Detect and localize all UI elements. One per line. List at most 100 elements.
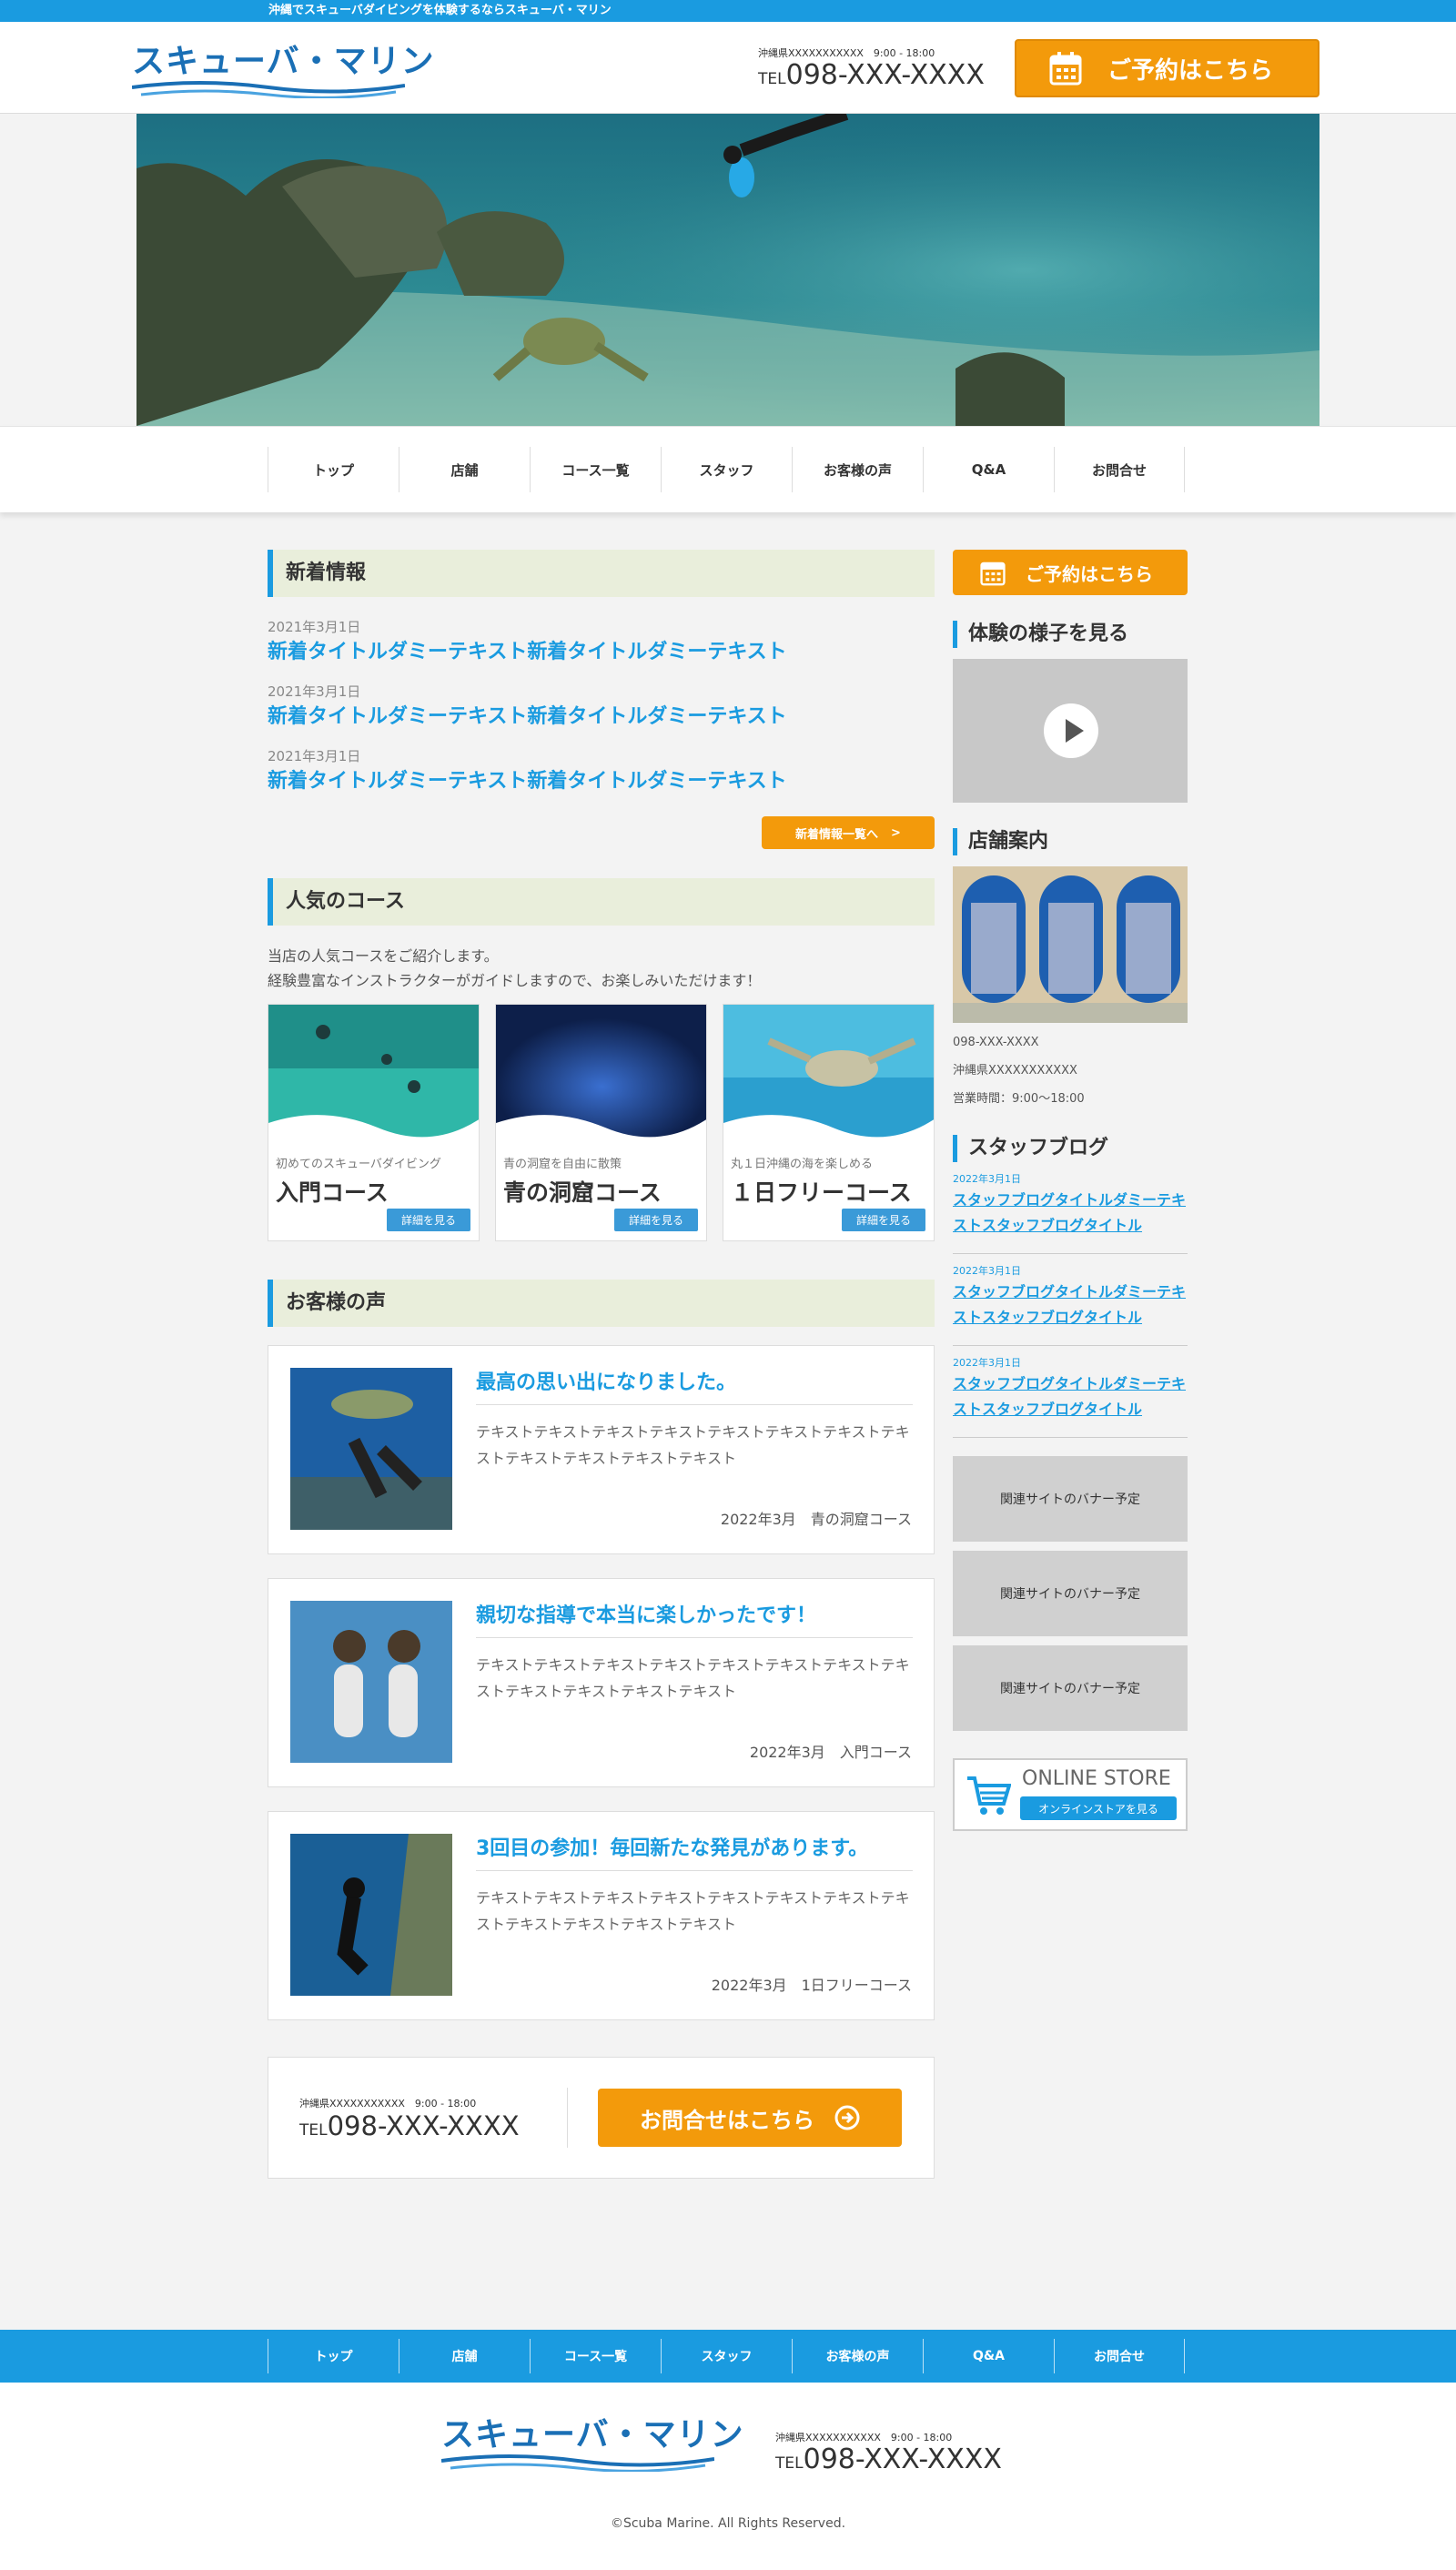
cart-icon (967, 1776, 1011, 1815)
blog-item[interactable]: 2022年3月1日 スタッフブログタイトルダミーテキストスタッフブログタイトル (953, 1254, 1188, 1346)
course-list: 初めてのスキューバダイビング 入門コース 詳細を見る 青の洞窟を自由に散策 青の… (268, 1004, 935, 1241)
blog-title[interactable]: スタッフブログタイトルダミーテキストスタッフブログタイトル (953, 1280, 1188, 1331)
blog-item[interactable]: 2022年3月1日 スタッフブログタイトルダミーテキストスタッフブログタイトル (953, 1346, 1188, 1438)
news-title[interactable]: 新着タイトルダミーテキスト新着タイトルダミーテキスト (268, 704, 935, 730)
news-title[interactable]: 新着タイトルダミーテキスト新着タイトルダミーテキスト (268, 640, 935, 665)
nav-item-qa[interactable]: Q&A (923, 447, 1054, 492)
course-image (268, 1005, 479, 1141)
courses-desc-line: 当店の人気コースをご紹介します。 (268, 947, 499, 965)
site-header: スキューバ・マリン 沖縄県XXXXXXXXXXX 9:00 - 18:00 TE… (0, 22, 1456, 114)
contact-address-hours: 沖縄県XXXXXXXXXXX 9:00 - 18:00 (299, 2098, 477, 2110)
footer-address-hours: 沖縄県XXXXXXXXXXX 9:00 - 18:00 (775, 2432, 953, 2444)
arrow-right-icon: > (891, 825, 901, 840)
voices-section-title: お客様の声 (268, 1280, 935, 1327)
news-date: 2021年3月1日 (268, 683, 361, 700)
tel-prefix: TEL (758, 70, 786, 88)
contact-tel-block: 沖縄県XXXXXXXXXXX 9:00 - 18:00 TEL098-XXX-X… (299, 2096, 536, 2146)
voice-title: 親切な指導で本当に楽しかったです！ (476, 1599, 913, 1638)
nav-item-top[interactable]: トップ (268, 447, 399, 492)
news-date: 2021年3月1日 (268, 748, 361, 764)
main-column: 新着情報 2021年3月1日 新着タイトルダミーテキスト新着タイトルダミーテキスト… (268, 550, 935, 2179)
calendar-icon (1049, 52, 1082, 86)
blog-section-title: スタッフブログ (953, 1135, 1188, 1162)
announcement-text: 沖縄でスキューバダイビングを体験するならスキューバ・マリン (268, 4, 612, 17)
nav-item-shop[interactable]: 店舗 (399, 447, 530, 492)
footer-logo[interactable]: スキューバ・マリン (441, 2415, 743, 2475)
contact-tel[interactable]: TEL098-XXX-XXXX (299, 2110, 536, 2146)
footer-nav-item-voices[interactable]: お客様の声 (792, 2339, 923, 2373)
course-detail-button[interactable]: 詳細を見る (614, 1209, 698, 1231)
blog-date: 2022年3月1日 (953, 1173, 1021, 1185)
course-subtitle: 丸１日沖縄の海を楽しめる (731, 1158, 874, 1171)
nav-item-voices[interactable]: お客様の声 (792, 447, 923, 492)
footer-nav: トップ 店舗 コース一覧 スタッフ お客様の声 Q&A お問合せ (0, 2330, 1456, 2383)
news-more-button[interactable]: 新着情報一覧へ > (762, 816, 935, 849)
news-item[interactable]: 2021年3月1日新着タイトルダミーテキスト新着タイトルダミーテキスト (268, 682, 935, 730)
voice-meta: 2022年3月 1日フリーコース (711, 1977, 912, 1994)
course-subtitle: 青の洞窟を自由に散策 (503, 1158, 622, 1171)
footer-nav-item-top[interactable]: トップ (268, 2339, 399, 2373)
store-button[interactable]: オンラインストアを見る (1020, 1796, 1177, 1820)
blog-title[interactable]: スタッフブログタイトルダミーテキストスタッフブログタイトル (953, 1371, 1188, 1422)
voice-title: 3回目の参加！毎回新たな発見があります。 (476, 1832, 913, 1871)
hero-image (136, 114, 1320, 426)
course-card[interactable]: 初めてのスキューバダイビング 入門コース 詳細を見る (268, 1004, 480, 1241)
logo-wave-icon (441, 2454, 714, 2472)
nav-item-contact[interactable]: お問合せ (1054, 447, 1185, 492)
news-item[interactable]: 2021年3月1日新着タイトルダミーテキスト新着タイトルダミーテキスト (268, 617, 935, 665)
voice-meta: 2022年3月 入門コース (749, 1744, 912, 1761)
tel-prefix: TEL (775, 2454, 804, 2473)
voice-text: テキストテキストテキストテキストテキストテキストテキストテキストテキストテキスト… (476, 1656, 910, 1700)
header-tel[interactable]: TEL098-XXX-XXXX (758, 60, 995, 95)
blog-item[interactable]: 2022年3月1日スタッフブログタイトルダミーテキストスタッフブログタイトル (953, 1162, 1188, 1254)
voice-text: テキストテキストテキストテキストテキストテキストテキストテキストテキストテキスト… (476, 1889, 910, 1933)
footer-nav-item-qa[interactable]: Q&A (923, 2339, 1054, 2373)
global-nav: トップ 店舗 コース一覧 スタッフ お客様の声 Q&A お問合せ (0, 426, 1456, 512)
related-banner[interactable]: 関連サイトのバナー予定 (953, 1456, 1188, 1542)
related-banner[interactable]: 関連サイトのバナー予定 (953, 1551, 1188, 1636)
footer-nav-item-shop[interactable]: 店舗 (399, 2339, 530, 2373)
related-banner[interactable]: 関連サイトのバナー予定 (953, 1645, 1188, 1731)
contact-divider (567, 2088, 568, 2148)
courses-desc-line: 経験豊富なインストラクターがガイドしますので、お楽しみいただけます！ (268, 972, 762, 989)
contact-button[interactable]: お問合せはこちら (598, 2089, 902, 2147)
top-announcement-bar: 沖縄でスキューバダイビングを体験するならスキューバ・マリン (0, 0, 1456, 22)
shop-address: 沖縄県XXXXXXXXXXX (953, 1064, 1077, 1078)
course-image (496, 1005, 706, 1141)
sidebar-reserve-label: ご予約はこちら (1026, 562, 1153, 585)
arrow-circle-icon (834, 2105, 860, 2130)
store-title: ONLINE STORE (1022, 1767, 1171, 1790)
shop-hours: 営業時間：9:00～18:00 (953, 1092, 1085, 1106)
header-reserve-button[interactable]: ご予約はこちら (1015, 39, 1320, 97)
footer-nav-item-staff[interactable]: スタッフ (661, 2339, 792, 2373)
news-date: 2021年3月1日 (268, 619, 361, 635)
online-store-banner[interactable]: ONLINE STORE オンラインストアを見る (953, 1758, 1188, 1831)
voice-card: 親切な指導で本当に楽しかったです！ テキストテキストテキストテキストテキストテキ… (268, 1578, 935, 1787)
voice-image (290, 1601, 452, 1763)
course-detail-button[interactable]: 詳細を見る (842, 1209, 925, 1231)
nav-item-staff[interactable]: スタッフ (661, 447, 792, 492)
blog-list: 2022年3月1日 スタッフブログタイトルダミーテキストスタッフブログタイトル 2… (953, 1162, 1188, 1438)
news-title[interactable]: 新着タイトルダミーテキスト新着タイトルダミーテキスト (268, 769, 935, 794)
nav-item-courses[interactable]: コース一覧 (530, 447, 661, 492)
footer-tel-block: 沖縄県XXXXXXXXXXX 9:00 - 18:00 TEL098-XXX-X… (775, 2430, 1012, 2479)
video-player[interactable] (953, 659, 1188, 803)
footer-nav-item-contact[interactable]: お問合せ (1054, 2339, 1185, 2373)
course-name: 青の洞窟コース (503, 1179, 662, 1206)
course-card[interactable]: 青の洞窟を自由に散策 青の洞窟コース 詳細を見る (495, 1004, 707, 1241)
footer-tel[interactable]: TEL098-XXX-XXXX (775, 2444, 1012, 2479)
shop-image (953, 866, 1188, 1023)
site-logo[interactable]: スキューバ・マリン (132, 42, 434, 102)
play-icon[interactable] (1044, 703, 1098, 758)
course-card[interactable]: 丸１日沖縄の海を楽しめる １日フリーコース 詳細を見る (723, 1004, 935, 1241)
footer-nav-item-courses[interactable]: コース一覧 (530, 2339, 661, 2373)
header-reserve-label: ご予約はこちら (1107, 56, 1274, 85)
news-item[interactable]: 2021年3月1日新着タイトルダミーテキスト新着タイトルダミーテキスト (268, 746, 935, 794)
news-list: 2021年3月1日 新着タイトルダミーテキスト新着タイトルダミーテキスト 2021… (268, 617, 935, 794)
header-address-hours: 沖縄県XXXXXXXXXXX 9:00 - 18:00 (758, 47, 935, 59)
sidebar-reserve-button[interactable]: ご予約はこちら (953, 550, 1188, 595)
tel-number: 098-XXX-XXXX (785, 59, 985, 91)
video-section-title: 体験の様子を見る (953, 621, 1188, 648)
course-detail-button[interactable]: 詳細を見る (387, 1209, 470, 1231)
blog-title[interactable]: スタッフブログタイトルダミーテキストスタッフブログタイトル (953, 1188, 1188, 1239)
